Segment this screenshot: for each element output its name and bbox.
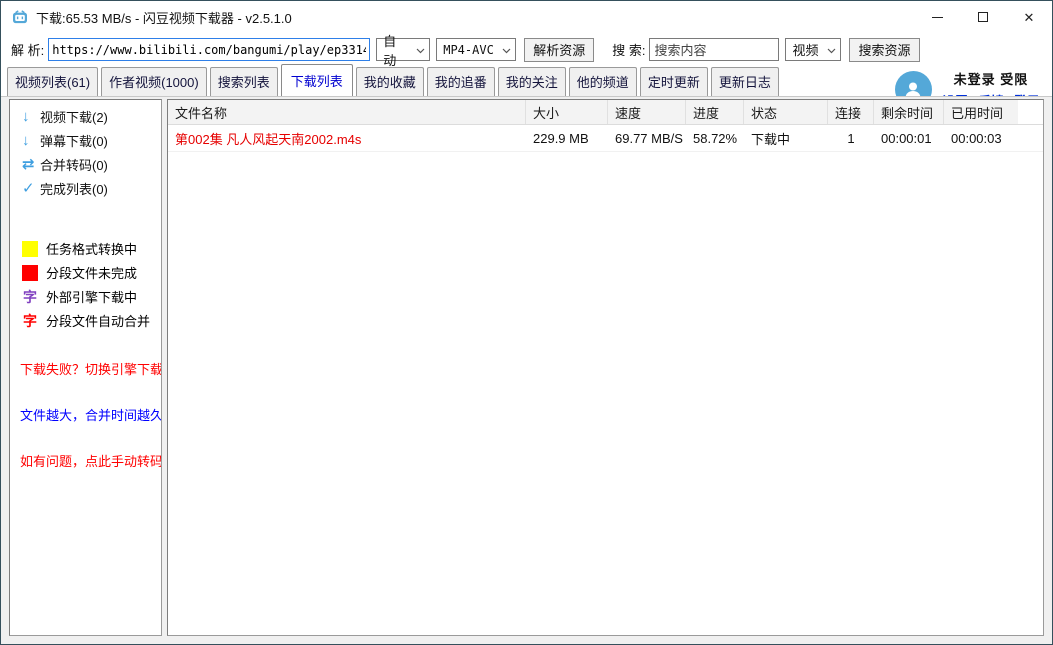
toolbar: 解 析: 自动 MP4-AVC 解析资源 搜 索: 视频	[1, 33, 1052, 66]
title-bar[interactable]: 下载:65.53 MB/s - 闪豆视频下载器 - v2.5.1.0 ✕	[1, 1, 1052, 33]
window-title: 下载:65.53 MB/s - 闪豆视频下载器 - v2.5.1.0	[36, 8, 292, 27]
window-controls: ✕	[914, 1, 1052, 33]
yellow-swatch	[22, 241, 38, 257]
main-area: ↓ 视频下载(2) ↓ 弹幕下载(0) ⇄ 合并转码(0) ✓ 完成列表(0) …	[1, 96, 1052, 644]
tab-my-favorites[interactable]: 我的收藏	[356, 67, 424, 96]
sidebar-item-merge-transcode[interactable]: ⇄ 合并转码(0)	[22, 152, 161, 176]
search-type-value: 视频	[792, 40, 818, 59]
sidebar-item-danmaku-download[interactable]: ↓ 弹幕下载(0)	[22, 128, 161, 152]
minimize-button[interactable]	[914, 1, 960, 33]
cell-size: 229.9 MB	[526, 131, 608, 146]
app-tv-icon	[12, 10, 28, 24]
char-glyph-icon: 字	[22, 287, 38, 307]
cell-progress: 58.72%	[686, 131, 744, 146]
cell-connections: 1	[828, 131, 874, 146]
cell-speed: 69.77 MB/S	[608, 131, 686, 146]
col-elapsed-time[interactable]: 已用时间	[944, 100, 1018, 124]
cell-remaining-time: 00:00:01	[874, 131, 944, 146]
close-button[interactable]: ✕	[1006, 1, 1052, 33]
tab-author-videos[interactable]: 作者视频(1000)	[101, 67, 207, 96]
legend-label: 分段文件自动合并	[46, 311, 150, 330]
sidebar-item-label: 合并转码(0)	[40, 155, 108, 174]
cell-elapsed-time: 00:00:03	[944, 131, 1018, 146]
char-glyph-icon: 字	[22, 311, 38, 331]
tab-changelog[interactable]: 更新日志	[711, 67, 779, 96]
table-header: 文件名称 大小 速度 进度 状态 连接 剩余时间 已用时间	[168, 100, 1043, 125]
close-icon: ✕	[1024, 11, 1035, 24]
parse-resource-button[interactable]: 解析资源	[524, 38, 594, 62]
tab-my-follows[interactable]: 我的关注	[498, 67, 566, 96]
status-legend: 任务格式转换中 分段文件未完成 字 外部引擎下载中 字 分段文件自动合并	[10, 240, 161, 329]
col-remaining-time[interactable]: 剩余时间	[874, 100, 944, 124]
legend-item-transcoding: 任务格式转换中	[22, 240, 161, 257]
legend-item-external-engine: 字 外部引擎下载中	[22, 288, 161, 305]
search-label: 搜 索:	[612, 40, 645, 59]
url-input[interactable]	[48, 38, 370, 61]
chevron-down-icon	[494, 43, 511, 57]
legend-label: 分段文件未完成	[46, 263, 137, 282]
download-arrow-icon: ↓	[22, 132, 40, 149]
col-speed[interactable]: 速度	[608, 100, 686, 124]
tab-his-channel[interactable]: 他的频道	[569, 67, 637, 96]
sidebar-item-label: 完成列表(0)	[40, 179, 108, 198]
download-arrow-icon: ↓	[22, 108, 40, 125]
format-select-value: MP4-AVC	[443, 43, 494, 57]
chevron-down-icon	[408, 42, 425, 57]
col-connections[interactable]: 连接	[828, 100, 874, 124]
tab-scheduled-update[interactable]: 定时更新	[640, 67, 708, 96]
mode-select[interactable]: 自动	[376, 38, 430, 61]
header-zone: 解 析: 自动 MP4-AVC 解析资源 搜 索: 视频	[1, 33, 1052, 96]
tab-download-list[interactable]: 下载列表	[281, 64, 353, 96]
col-size[interactable]: 大小	[526, 100, 608, 124]
col-filename[interactable]: 文件名称	[168, 100, 526, 124]
maximize-icon	[978, 12, 988, 22]
legend-label: 任务格式转换中	[46, 239, 137, 258]
search-input[interactable]	[649, 38, 779, 61]
sidebar: ↓ 视频下载(2) ↓ 弹幕下载(0) ⇄ 合并转码(0) ✓ 完成列表(0) …	[9, 99, 162, 636]
note-merge-time: 文件越大，合并时间越久	[20, 405, 161, 424]
sidebar-item-completed-list[interactable]: ✓ 完成列表(0)	[22, 176, 161, 200]
note-switch-engine[interactable]: 下载失败？切换引擎下载	[20, 359, 161, 378]
cell-status: 下载中	[744, 129, 828, 148]
note-manual-transcode[interactable]: 如有问题，点此手动转码	[20, 451, 161, 470]
legend-item-auto-merge: 字 分段文件自动合并	[22, 312, 161, 329]
red-swatch	[22, 265, 38, 281]
col-progress[interactable]: 进度	[686, 100, 744, 124]
tab-video-list[interactable]: 视频列表(61)	[7, 67, 98, 96]
swap-arrows-icon: ⇄	[22, 155, 40, 173]
cell-filename: 第002集 凡人风起天南2002.m4s	[168, 129, 526, 148]
sidebar-item-label: 弹幕下载(0)	[40, 131, 108, 150]
table-row[interactable]: 第002集 凡人风起天南2002.m4s 229.9 MB 69.77 MB/S…	[168, 125, 1043, 152]
search-resource-button[interactable]: 搜索资源	[849, 38, 919, 62]
legend-label: 外部引擎下载中	[46, 287, 137, 306]
check-icon: ✓	[22, 179, 40, 197]
tab-my-bangumi[interactable]: 我的追番	[427, 67, 495, 96]
sidebar-item-video-download[interactable]: ↓ 视频下载(2)	[22, 104, 161, 128]
minimize-icon	[932, 17, 943, 18]
app-window: 下载:65.53 MB/s - 闪豆视频下载器 - v2.5.1.0 ✕ 解 析…	[0, 0, 1053, 645]
format-select[interactable]: MP4-AVC	[436, 38, 516, 61]
parse-label: 解 析:	[11, 40, 44, 59]
download-table: 文件名称 大小 速度 进度 状态 连接 剩余时间 已用时间 第002集 凡人风起…	[167, 99, 1044, 636]
tab-search-list[interactable]: 搜索列表	[210, 67, 278, 96]
maximize-button[interactable]	[960, 1, 1006, 33]
login-status: 未登录 受限	[954, 69, 1029, 88]
sidebar-notes: 下载失败？切换引擎下载 文件越大，合并时间越久 如有问题，点此手动转码	[10, 359, 161, 470]
mode-select-value: 自动	[383, 31, 408, 69]
legend-item-segment-incomplete: 分段文件未完成	[22, 264, 161, 281]
search-type-select[interactable]: 视频	[785, 38, 841, 61]
sidebar-item-label: 视频下载(2)	[40, 107, 108, 126]
chevron-down-icon	[819, 42, 836, 57]
col-status[interactable]: 状态	[744, 100, 828, 124]
